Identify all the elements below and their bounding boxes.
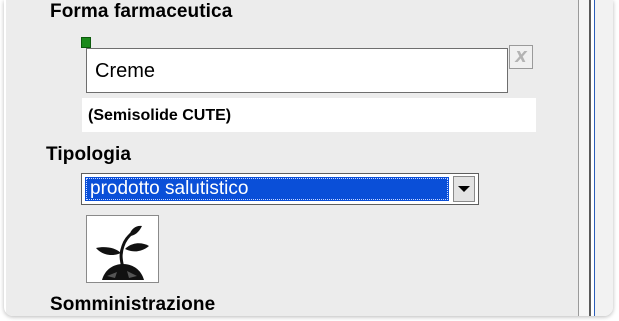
tipologia-icon-box <box>86 215 159 283</box>
side-strip <box>579 0 589 316</box>
form-panel: Forma farmaceutica Creme X (Semisolide C… <box>6 0 578 316</box>
tipologia-selected-option: prodotto salutistico <box>85 177 449 201</box>
required-marker <box>81 37 91 48</box>
tipologia-selected-text: prodotto salutistico <box>90 178 249 199</box>
forma-farmaceutica-field[interactable]: Creme <box>86 48 508 93</box>
forma-subnote: (Semisolide CUTE) <box>82 98 536 132</box>
chevron-down-icon <box>458 186 470 192</box>
form-window: Forma farmaceutica Creme X (Semisolide C… <box>4 0 613 316</box>
divider <box>589 0 591 316</box>
tipologia-select[interactable]: prodotto salutistico <box>81 173 479 205</box>
dropdown-button[interactable] <box>453 176 475 202</box>
forma-farmaceutica-label: Forma farmaceutica <box>50 1 233 22</box>
clear-button[interactable]: X <box>509 45 533 69</box>
forma-subnote-text: (Semisolide CUTE) <box>88 107 232 124</box>
plant-sprout-icon <box>96 225 149 280</box>
x-clear-icon: X <box>515 48 527 66</box>
somministrazione-label: Somministrazione <box>50 294 216 315</box>
tipologia-label: Tipologia <box>46 144 131 165</box>
forma-farmaceutica-value: Creme <box>95 60 156 82</box>
side-strip <box>595 0 613 316</box>
